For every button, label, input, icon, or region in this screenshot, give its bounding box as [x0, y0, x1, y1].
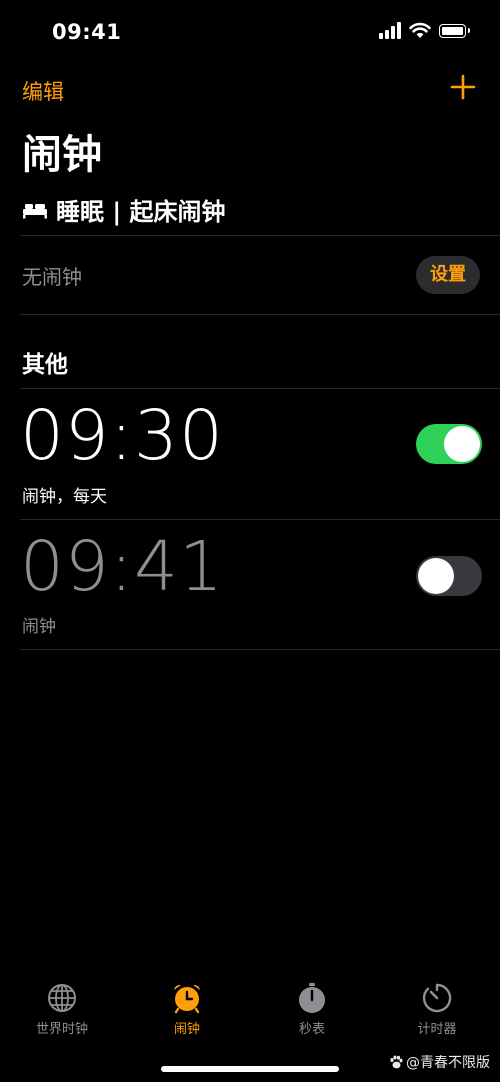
stopwatch-icon: [299, 983, 325, 1013]
tab-bar: 世界时钟 闹钟 秒表 计时器: [0, 972, 500, 1052]
divider: [20, 235, 500, 236]
tab-label: 闹钟: [173, 1022, 200, 1037]
alarm-time: 09:41: [20, 527, 224, 607]
no-alarm-text: 无闹钟: [22, 265, 82, 289]
page-title: 闹钟: [22, 132, 102, 178]
status-icons: [379, 22, 470, 39]
edit-button[interactable]: 编辑: [22, 76, 64, 106]
battery-icon: [439, 23, 470, 38]
tab-label: 计时器: [417, 1022, 457, 1037]
bed-icon: [23, 203, 47, 218]
alarm-toggle[interactable]: [416, 424, 482, 464]
divider: [20, 314, 500, 315]
divider: [20, 388, 500, 389]
tab-stopwatch[interactable]: 秒表: [262, 972, 362, 1037]
alarm-toggle[interactable]: [416, 556, 482, 596]
tab-label: 秒表: [298, 1022, 325, 1037]
globe-icon: [48, 984, 76, 1012]
status-bar: 09:41: [0, 0, 500, 66]
others-section-title: 其他: [22, 352, 68, 378]
toggle-knob: [418, 558, 454, 594]
alarm-label: 闹钟: [22, 617, 56, 637]
tab-world-clock[interactable]: 世界时钟: [12, 972, 112, 1037]
home-indicator: [161, 1066, 339, 1072]
toggle-knob: [444, 426, 480, 462]
setup-button[interactable]: 设置: [416, 256, 480, 294]
alarm-time: 09:30: [20, 396, 224, 476]
divider: [20, 519, 500, 520]
add-alarm-button[interactable]: [450, 74, 476, 100]
tab-timer[interactable]: 计时器: [387, 972, 487, 1037]
watermark: @青春不限版: [388, 1052, 490, 1072]
wifi-icon: [409, 22, 431, 38]
watermark-text: @青春不限版: [406, 1055, 490, 1071]
sleep-section-header: 睡眠 | 起床闹钟: [22, 192, 225, 227]
status-time: 09:41: [52, 20, 122, 44]
divider: [20, 649, 500, 650]
paw-icon: [390, 1055, 403, 1069]
timer-icon: [422, 983, 452, 1013]
cellular-signal-icon: [379, 22, 401, 39]
tab-label: 世界时钟: [35, 1022, 88, 1037]
alarm-clock-icon: [174, 984, 200, 1014]
tab-alarm[interactable]: 闹钟: [137, 972, 237, 1037]
sleep-header-label: 睡眠 | 起床闹钟: [56, 198, 226, 226]
alarm-label: 闹钟，每天: [22, 487, 107, 507]
